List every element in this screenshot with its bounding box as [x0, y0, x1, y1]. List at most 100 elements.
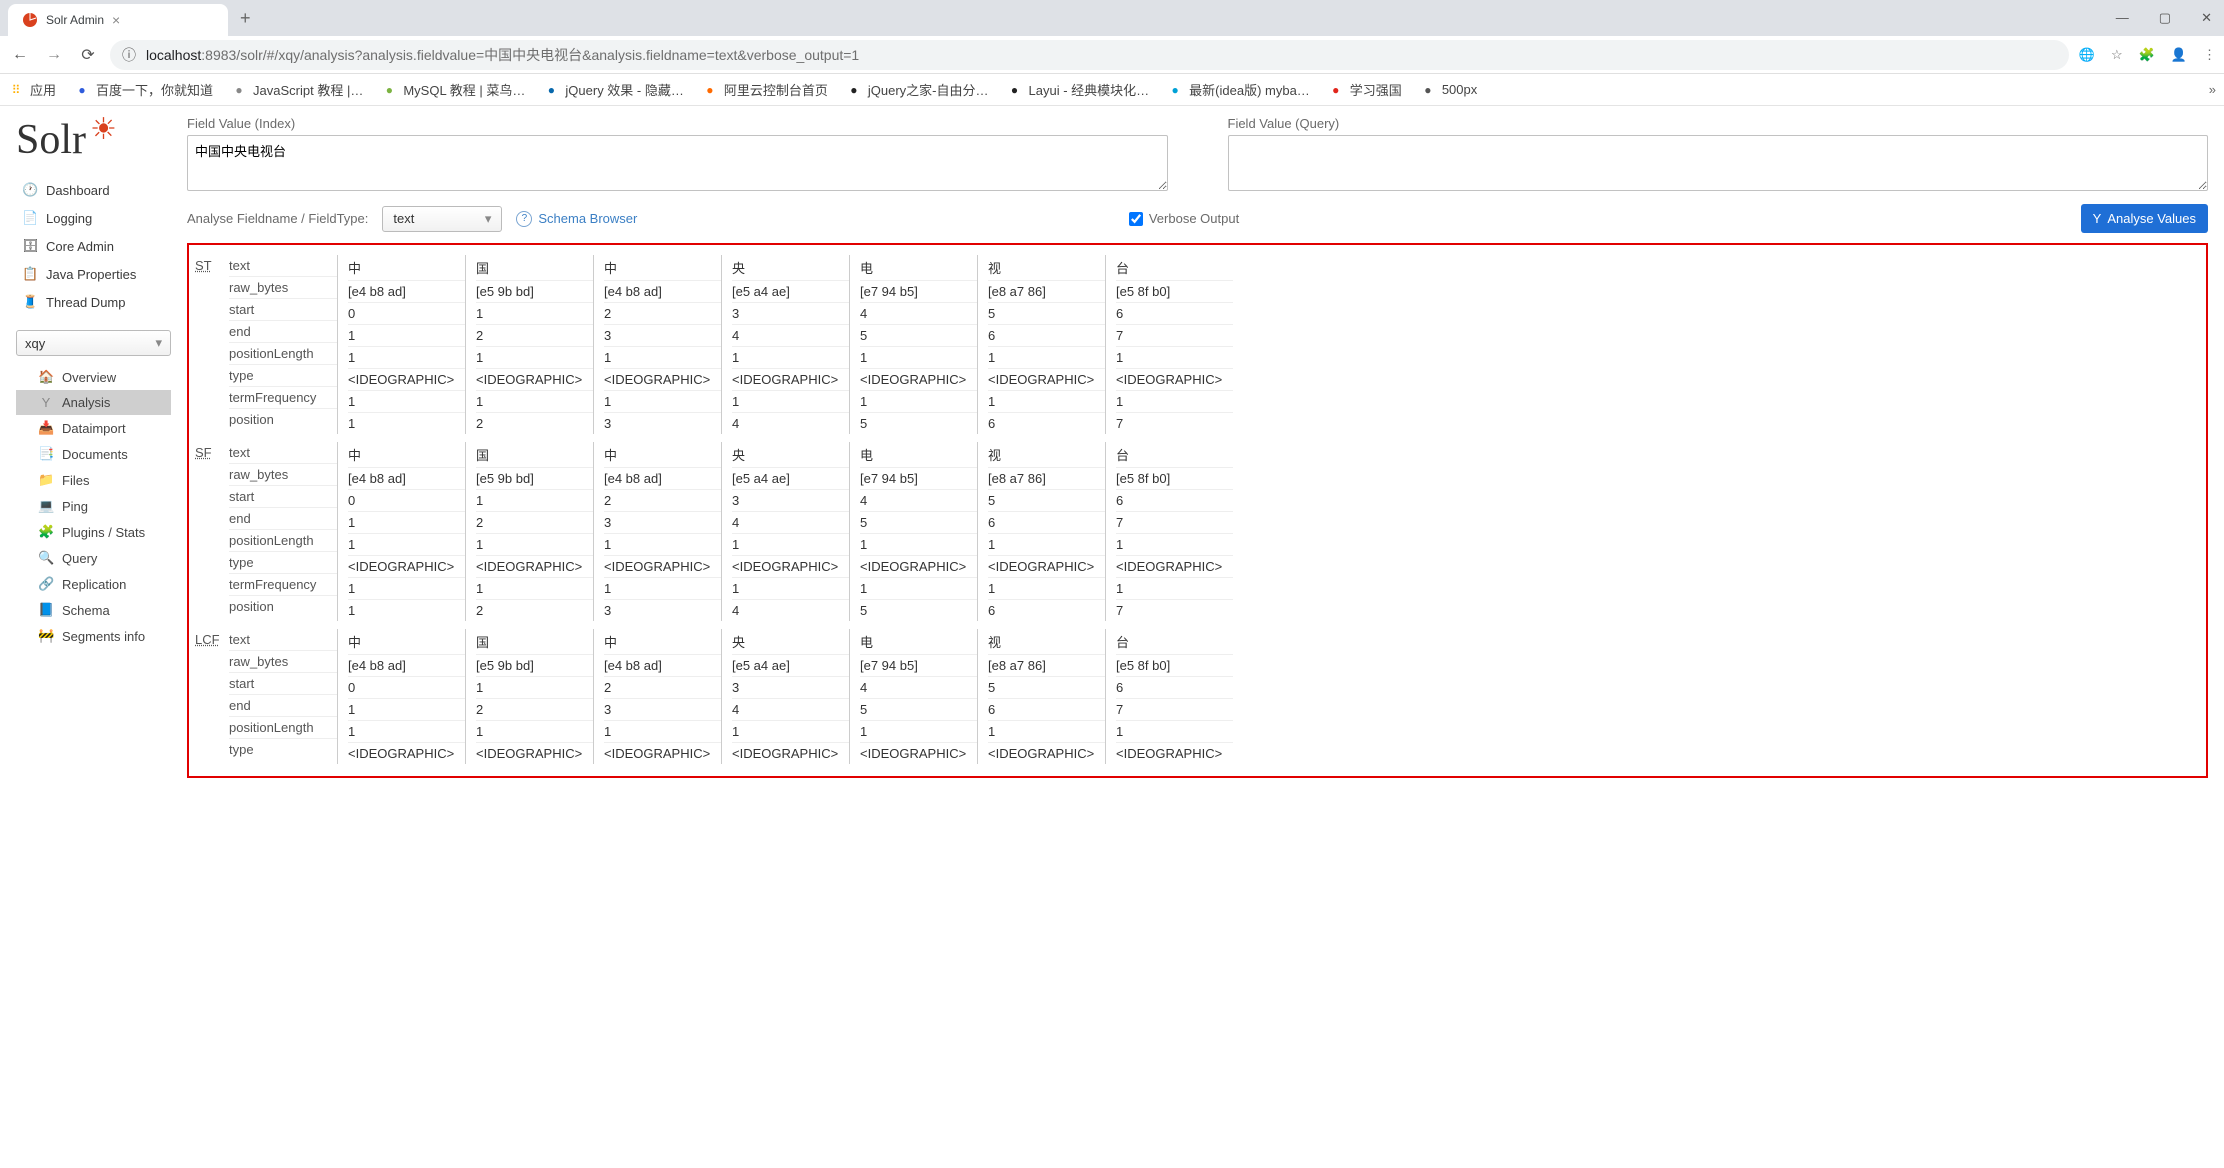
- nav-item[interactable]: 📋Java Properties: [16, 260, 171, 288]
- subnav-item[interactable]: 📁Files: [16, 467, 171, 493]
- token-value: 中: [604, 442, 721, 468]
- attr-names-column: textraw_bytesstartendpositionLengthtype: [229, 629, 337, 764]
- bookmarks-overflow-button[interactable]: »: [2209, 82, 2216, 97]
- bookmark-item[interactable]: ⠿应用: [8, 80, 56, 99]
- subnav-item[interactable]: 🔍Query: [16, 545, 171, 571]
- nav-label: Dashboard: [46, 183, 110, 198]
- bookmark-item[interactable]: ●学习强国: [1328, 80, 1402, 99]
- maximize-button[interactable]: ▢: [2153, 6, 2177, 30]
- chevron-down-icon: ▾: [155, 335, 162, 351]
- core-selector[interactable]: xqy ▾: [16, 330, 171, 356]
- chevron-down-icon: ▾: [485, 211, 492, 227]
- stage-short-label[interactable]: SF: [195, 442, 229, 621]
- bookmark-favicon-icon: ●: [846, 82, 862, 98]
- reload-button[interactable]: ⟳: [76, 45, 100, 65]
- menu-icon[interactable]: ⋮: [2203, 47, 2216, 63]
- bookmark-label: Layui - 经典模块化…: [1029, 80, 1150, 99]
- nav-item[interactable]: 🧵Thread Dump: [16, 288, 171, 316]
- token-value: 1: [604, 391, 721, 413]
- field-value-index-input[interactable]: [187, 135, 1168, 191]
- token-value: 1: [476, 721, 593, 743]
- nav-item[interactable]: 📄Logging: [16, 204, 171, 232]
- subnav-item[interactable]: 🚧Segments info: [16, 623, 171, 649]
- stage-short-label[interactable]: ST: [195, 255, 229, 434]
- attr-name: termFrequency: [229, 574, 337, 596]
- close-window-button[interactable]: ✕: [2195, 6, 2218, 30]
- site-info-icon[interactable]: ⓘ: [122, 45, 136, 65]
- token-value: 电: [860, 629, 977, 655]
- bookmark-item[interactable]: ●jQuery 效果 - 隐藏…: [543, 80, 683, 99]
- subnav-icon: 💻: [38, 498, 54, 514]
- bookmark-item[interactable]: ●JavaScript 教程 |…: [231, 80, 363, 99]
- subnav-item[interactable]: YAnalysis: [16, 390, 171, 415]
- bookmark-item[interactable]: ●阿里云控制台首页: [702, 80, 828, 99]
- attr-name: positionLength: [229, 530, 337, 552]
- token-value: [e8 a7 86]: [988, 655, 1105, 677]
- nav-item[interactable]: 🕐Dashboard: [16, 176, 171, 204]
- subnav-item[interactable]: 🔗Replication: [16, 571, 171, 597]
- extensions-icon[interactable]: 🧩: [2139, 47, 2155, 63]
- token-value: 4: [732, 325, 849, 347]
- subnav-item[interactable]: 📘Schema: [16, 597, 171, 623]
- browser-nav-bar: ← → ⟳ ⓘ localhost:8983/solr/#/xqy/analys…: [0, 36, 2224, 74]
- attr-names-column: textraw_bytesstartendpositionLengthtypet…: [229, 255, 337, 434]
- token-value: 5: [988, 677, 1105, 699]
- nav-item[interactable]: 🗄Core Admin: [16, 232, 171, 260]
- token-value: 央: [732, 629, 849, 655]
- fieldtype-select[interactable]: text ▾: [382, 206, 502, 232]
- browser-tab[interactable]: Solr Admin ×: [8, 4, 228, 36]
- bookmark-item[interactable]: ●jQuery之家-自由分…: [846, 80, 989, 99]
- new-tab-button[interactable]: +: [240, 8, 251, 29]
- subnav-item[interactable]: 📥Dataimport: [16, 415, 171, 441]
- tab-close-icon[interactable]: ×: [112, 12, 120, 28]
- token-value: 1: [476, 677, 593, 699]
- bookmarks-bar: ⠿应用 ●百度一下，你就知道 ●JavaScript 教程 |… ●MySQL 教程 …: [0, 74, 2224, 106]
- subnav-item[interactable]: 📑Documents: [16, 441, 171, 467]
- token-value: 1: [348, 600, 465, 621]
- token-value: 1: [476, 347, 593, 369]
- analysis-stage: LCFtextraw_bytesstartendpositionLengthty…: [195, 629, 2198, 764]
- token-value: 2: [476, 325, 593, 347]
- bookmark-item[interactable]: ●最新(idea版) myba…: [1167, 80, 1310, 99]
- subnav-item[interactable]: 💻Ping: [16, 493, 171, 519]
- schema-browser-link[interactable]: ? Schema Browser: [516, 211, 637, 227]
- back-button[interactable]: ←: [8, 46, 32, 64]
- translate-icon[interactable]: 🌐: [2079, 47, 2095, 63]
- token-column: 电[e7 94 b5]451<IDEOGRAPHIC>: [849, 629, 977, 764]
- bookmark-item[interactable]: ●MySQL 教程 | 菜鸟…: [381, 80, 525, 99]
- token-value: 6: [988, 512, 1105, 534]
- attr-name: type: [229, 365, 337, 387]
- stage-short-label[interactable]: LCF: [195, 629, 229, 764]
- verbose-output-toggle[interactable]: Verbose Output: [1129, 211, 1239, 226]
- verbose-checkbox[interactable]: [1129, 212, 1143, 226]
- token-value: <IDEOGRAPHIC>: [604, 369, 721, 391]
- attr-names-column: textraw_bytesstartendpositionLengthtypet…: [229, 442, 337, 621]
- subnav-item[interactable]: 🏠Overview: [16, 364, 171, 390]
- token-value: [e4 b8 ad]: [604, 655, 721, 677]
- token-value: 1: [348, 534, 465, 556]
- analyse-values-button[interactable]: Y Analyse Values: [2081, 204, 2208, 233]
- token-value: [e5 9b bd]: [476, 281, 593, 303]
- attr-name: position: [229, 409, 337, 430]
- token-value: 6: [1116, 303, 1233, 325]
- attr-name: positionLength: [229, 717, 337, 739]
- address-bar[interactable]: ⓘ localhost:8983/solr/#/xqy/analysis?ana…: [110, 40, 2069, 70]
- minimize-button[interactable]: —: [2110, 6, 2135, 30]
- token-value: 1: [988, 534, 1105, 556]
- token-value: [e7 94 b5]: [860, 281, 977, 303]
- token-column: 国[e5 9b bd]121<IDEOGRAPHIC>: [465, 629, 593, 764]
- bookmark-item[interactable]: ●500px: [1420, 82, 1477, 98]
- attr-name: position: [229, 596, 337, 617]
- subnav-item[interactable]: 🧩Plugins / Stats: [16, 519, 171, 545]
- subnav-icon: 🔍: [38, 550, 54, 566]
- bookmark-star-icon[interactable]: ☆: [2111, 47, 2123, 63]
- field-value-query-input[interactable]: [1228, 135, 2209, 191]
- forward-button[interactable]: →: [42, 46, 66, 64]
- bookmark-item[interactable]: ●百度一下，你就知道: [74, 80, 213, 99]
- tab-title: Solr Admin: [46, 13, 104, 27]
- profile-icon[interactable]: 👤: [2171, 47, 2187, 63]
- attr-name: end: [229, 508, 337, 530]
- bookmark-item[interactable]: ●Layui - 经典模块化…: [1007, 80, 1150, 99]
- token-value: 台: [1116, 442, 1233, 468]
- token-value: 1: [348, 347, 465, 369]
